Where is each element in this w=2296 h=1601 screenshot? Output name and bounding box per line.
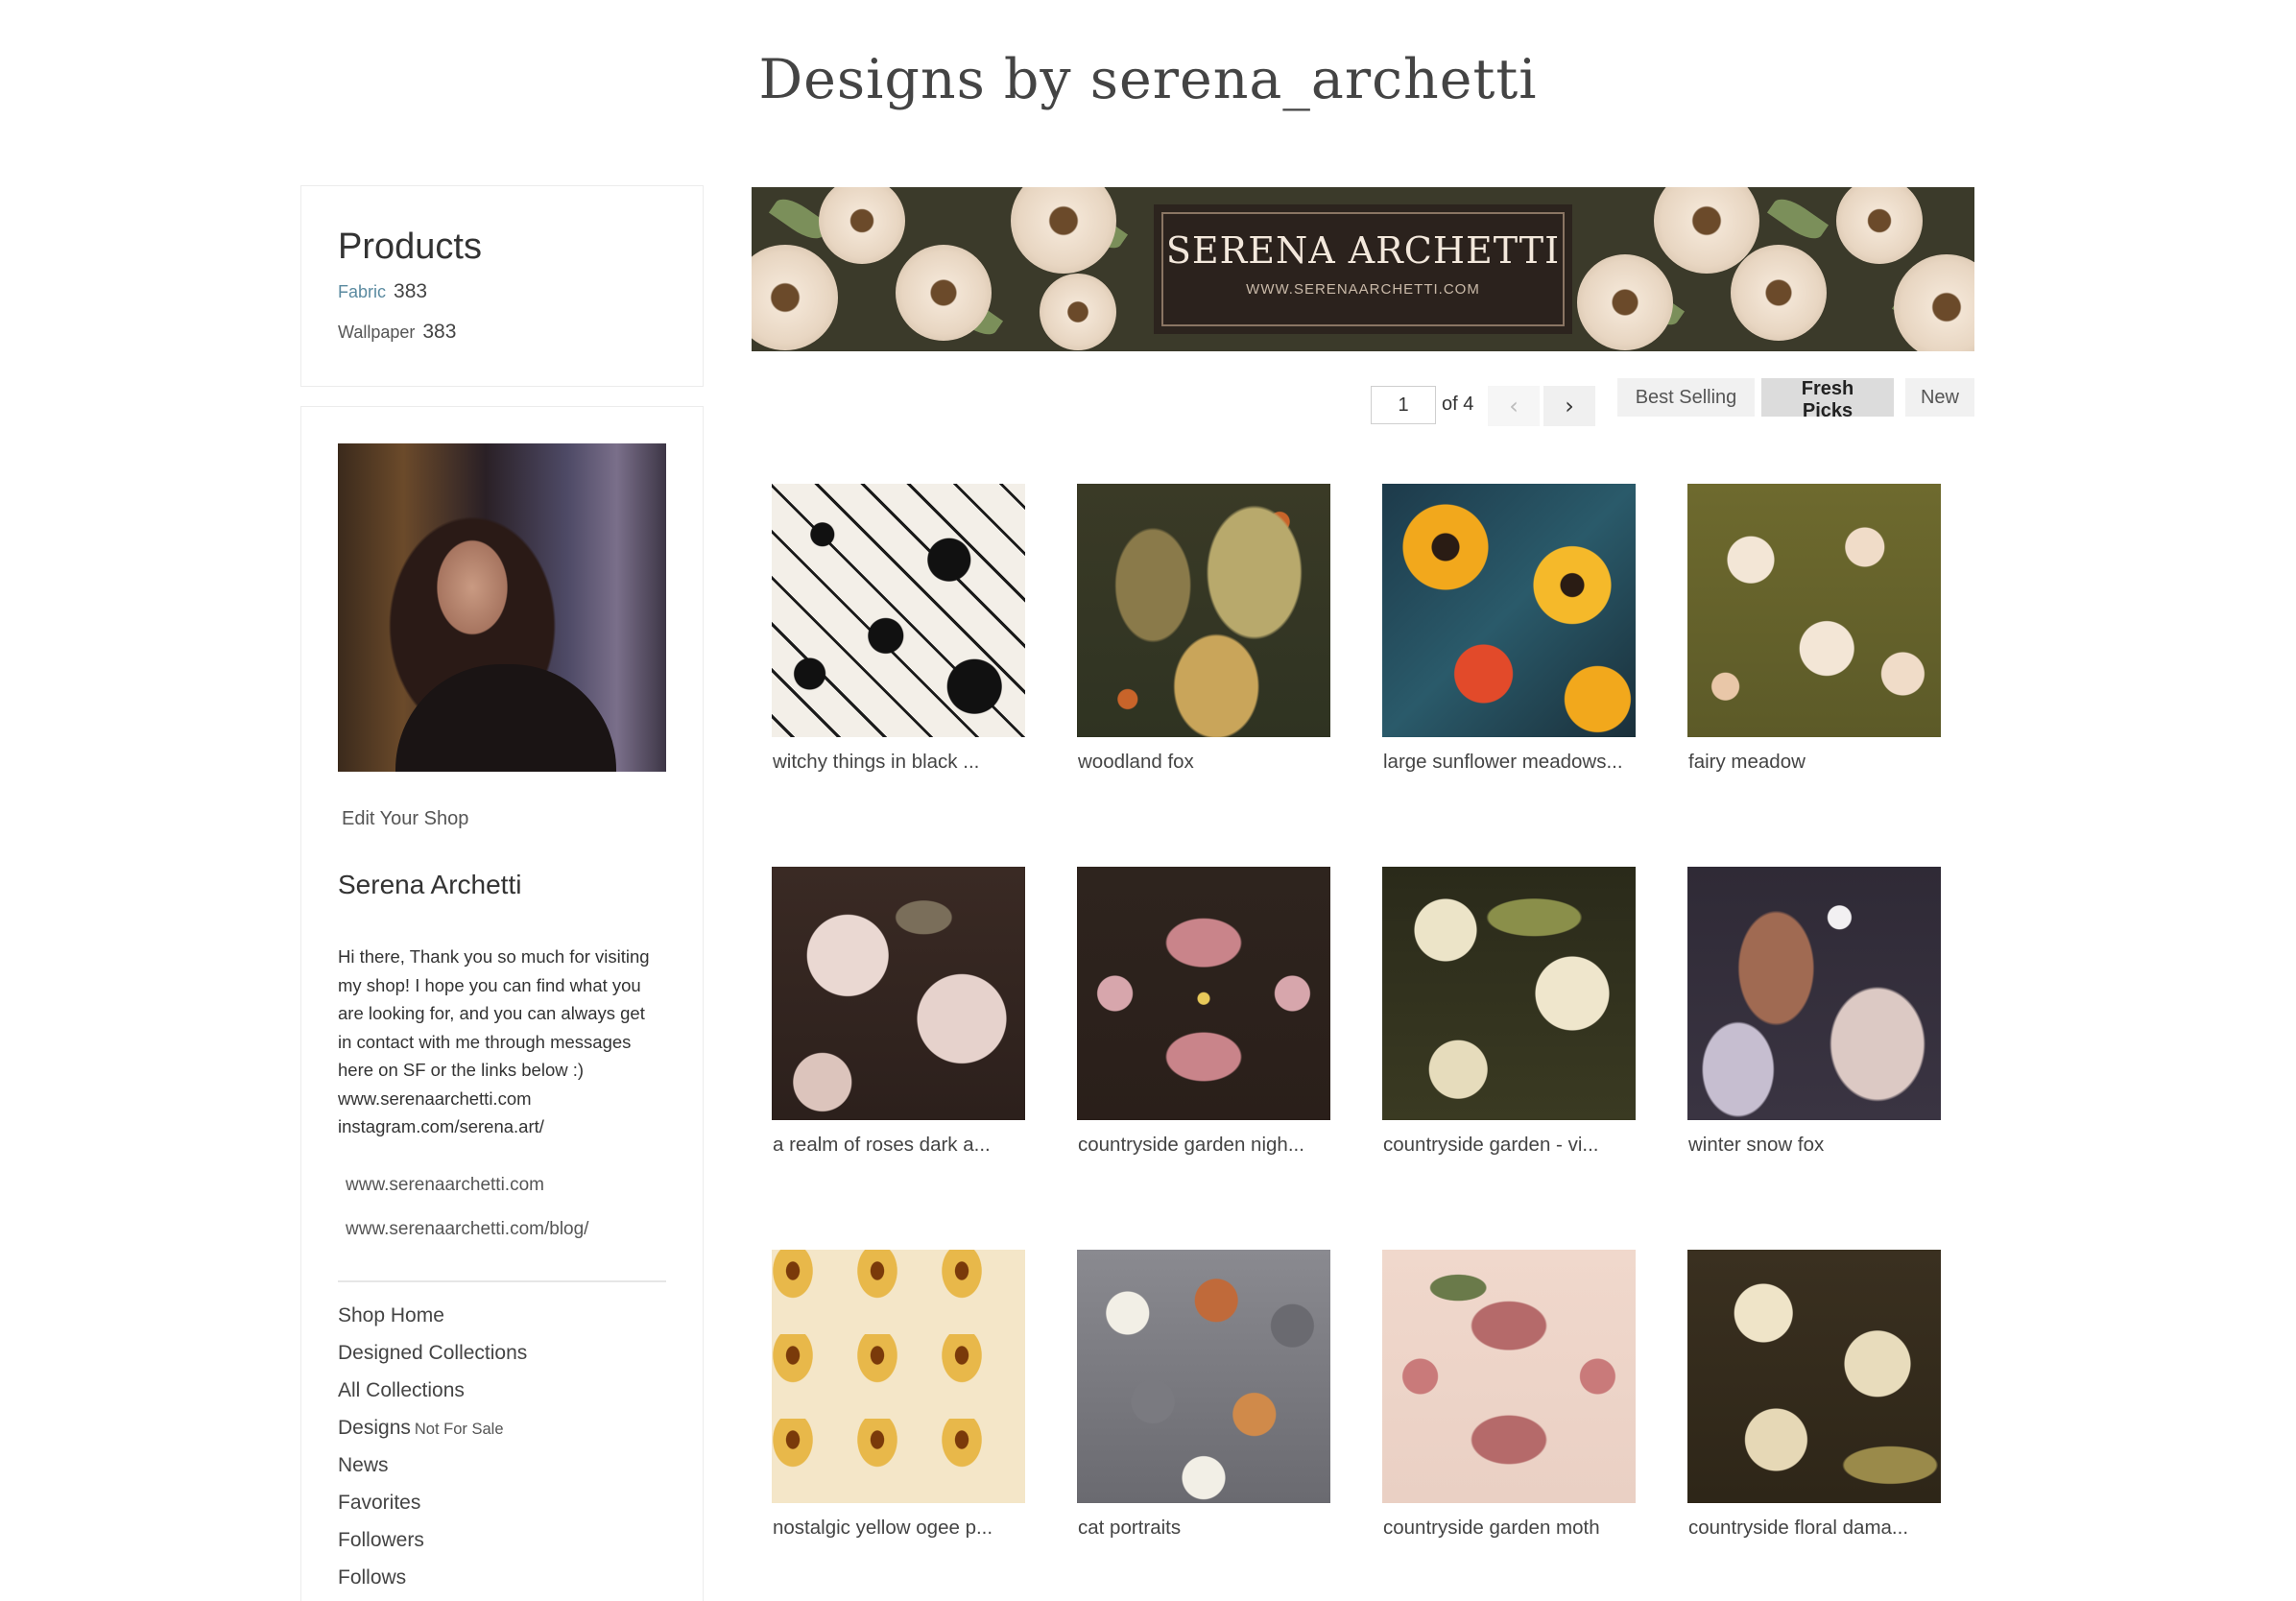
design-thumbnail[interactable] [1687, 867, 1941, 1120]
nav-followers[interactable]: Followers [338, 1529, 424, 1552]
product-label[interactable]: Wallpaper [338, 323, 415, 342]
divider [338, 1280, 666, 1282]
avatar [338, 443, 666, 772]
nav-label: Followers [338, 1529, 424, 1551]
design-thumbnail[interactable] [1382, 484, 1636, 737]
design-tile[interactable]: fairy meadow [1687, 484, 1941, 774]
shop-banner: SERENA ARCHETTI WWW.SERENAARCHETTI.COM [752, 187, 1974, 351]
previous-page-button[interactable]: ‹ [1488, 386, 1540, 426]
banner-plaque: SERENA ARCHETTI WWW.SERENAARCHETTI.COM [1154, 204, 1572, 334]
nav-label: Follows [338, 1566, 407, 1589]
page-title: Designs by serena_archetti [758, 48, 1538, 111]
sort-best-selling[interactable]: Best Selling [1617, 378, 1755, 417]
product-count: 383 [422, 321, 457, 343]
design-title[interactable]: a realm of roses dark a... [772, 1134, 1025, 1157]
edit-shop-link[interactable]: Edit Your Shop [342, 808, 468, 830]
design-tile[interactable]: winter snow fox [1687, 867, 1941, 1157]
design-thumbnail[interactable] [772, 1250, 1025, 1503]
design-thumbnail[interactable] [1077, 867, 1330, 1120]
banner-flower [1731, 245, 1827, 341]
product-count: 383 [394, 280, 428, 302]
design-thumbnail[interactable] [1077, 484, 1330, 737]
design-title[interactable]: cat portraits [1077, 1517, 1330, 1540]
chevron-right-icon: › [1565, 393, 1574, 419]
shop-bio: Hi there, Thank you so much for visiting… [338, 946, 650, 1136]
design-tile[interactable]: countryside garden - vi... [1382, 867, 1636, 1157]
page-total: of 4 [1442, 394, 1474, 415]
product-filter-fabric[interactable]: Fabric 383 [338, 280, 427, 303]
products-panel: Products Fabric 383 Wallpaper 383 [300, 185, 704, 387]
banner-leaf [1766, 192, 1830, 246]
product-filter-wallpaper[interactable]: Wallpaper 383 [338, 321, 456, 344]
sort-fresh-picks[interactable]: Fresh Picks [1761, 378, 1894, 421]
products-title: Products [338, 227, 482, 267]
nav-label: All Collections [338, 1379, 465, 1401]
design-thumbnail[interactable] [1382, 867, 1636, 1120]
nav-designs-not-for-sale[interactable]: Designs Not For Sale [338, 1417, 504, 1440]
banner-flower [819, 187, 905, 264]
blog-link[interactable]: www.serenaarchetti.com/blog/ [346, 1219, 588, 1240]
nav-label: Favorites [338, 1492, 421, 1514]
profile-panel: Edit Your Shop Serena Archetti Hi there,… [300, 406, 704, 1601]
banner-shop-name: SERENA ARCHETTI [1165, 229, 1561, 272]
nav-label: Designs [338, 1417, 411, 1439]
design-thumbnail[interactable] [772, 484, 1025, 737]
nav-news[interactable]: News [338, 1454, 389, 1477]
shop-owner-name: Serena Archetti [338, 870, 522, 899]
design-title[interactable]: witchy things in black ... [772, 751, 1025, 774]
banner-flower [896, 245, 992, 341]
design-thumbnail[interactable] [1077, 1250, 1330, 1503]
design-thumbnail[interactable] [1687, 484, 1941, 737]
design-tile[interactable]: cat portraits [1077, 1250, 1330, 1540]
nav-designed-collections[interactable]: Designed Collections [338, 1342, 527, 1365]
banner-flower [1577, 254, 1673, 350]
design-tile[interactable]: countryside garden nigh... [1077, 867, 1330, 1157]
design-thumbnail[interactable] [1687, 1250, 1941, 1503]
next-page-button[interactable]: › [1543, 386, 1595, 426]
chevron-left-icon: ‹ [1509, 393, 1519, 419]
design-title[interactable]: winter snow fox [1687, 1134, 1941, 1157]
design-thumbnail[interactable] [1382, 1250, 1636, 1503]
design-title[interactable]: countryside garden nigh... [1077, 1134, 1330, 1157]
design-title[interactable]: countryside garden - vi... [1382, 1134, 1636, 1157]
design-tile[interactable]: nostalgic yellow ogee p... [772, 1250, 1025, 1540]
design-tile[interactable]: woodland fox [1077, 484, 1330, 774]
design-title[interactable]: countryside floral dama... [1687, 1517, 1941, 1540]
nav-suffix: Not For Sale [414, 1421, 504, 1438]
design-title[interactable]: large sunflower meadows... [1382, 751, 1636, 774]
nav-label: Shop Home [338, 1304, 444, 1326]
nav-all-collections[interactable]: All Collections [338, 1379, 465, 1402]
sort-new[interactable]: New [1905, 378, 1974, 417]
website-link[interactable]: www.serenaarchetti.com [346, 1175, 544, 1196]
banner-flower [1894, 254, 1974, 351]
design-title[interactable]: countryside garden moth [1382, 1517, 1636, 1540]
nav-label: News [338, 1454, 389, 1476]
nav-favorites[interactable]: Favorites [338, 1492, 420, 1515]
design-title[interactable]: nostalgic yellow ogee p... [772, 1517, 1025, 1540]
design-title[interactable]: woodland fox [1077, 751, 1330, 774]
design-tile[interactable]: a realm of roses dark a... [772, 867, 1025, 1157]
design-tile[interactable]: countryside garden moth [1382, 1250, 1636, 1540]
banner-flower [1011, 187, 1116, 274]
banner-flower [752, 245, 838, 350]
design-title[interactable]: fairy meadow [1687, 751, 1941, 774]
page-number-input[interactable] [1371, 386, 1436, 424]
banner-url: WWW.SERENAARCHETTI.COM [1246, 281, 1480, 298]
design-tile[interactable]: large sunflower meadows... [1382, 484, 1636, 774]
banner-flower [1040, 274, 1116, 350]
nav-follows[interactable]: Follows [338, 1566, 406, 1589]
design-tile[interactable]: witchy things in black ... [772, 484, 1025, 774]
design-thumbnail[interactable] [772, 867, 1025, 1120]
product-label[interactable]: Fabric [338, 282, 386, 301]
banner-flower [1836, 187, 1923, 264]
design-tile[interactable]: countryside floral dama... [1687, 1250, 1941, 1540]
nav-label: Designed Collections [338, 1342, 528, 1364]
nav-shop-home[interactable]: Shop Home [338, 1304, 444, 1327]
